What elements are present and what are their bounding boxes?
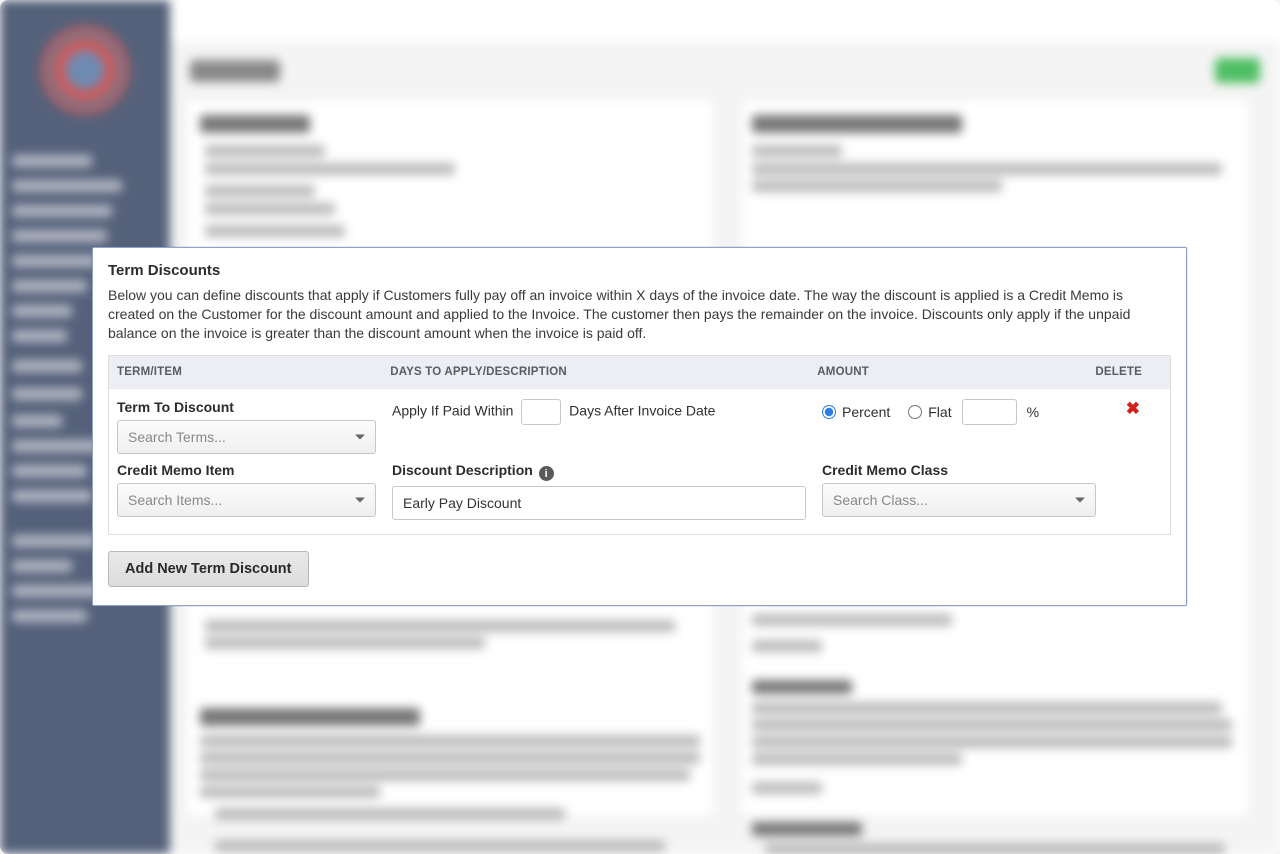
memo-class-placeholder: Search Class... — [833, 492, 928, 508]
discount-description-label: Discount Description i — [392, 462, 806, 482]
chevron-down-icon — [355, 497, 365, 502]
term-select[interactable]: Search Terms... — [117, 420, 376, 454]
credit-memo-item-label: Credit Memo Item — [117, 462, 376, 478]
memo-item-placeholder: Search Items... — [128, 492, 222, 508]
col-header-amount: AMOUNT — [809, 366, 1087, 378]
flat-radio[interactable] — [908, 405, 922, 419]
chevron-down-icon — [1075, 497, 1085, 502]
info-icon: i — [539, 466, 554, 481]
term-select-placeholder: Search Terms... — [128, 429, 226, 445]
table-header: TERM/ITEM DAYS TO APPLY/DESCRIPTION AMOU… — [109, 356, 1170, 388]
table-row-secondary: Credit Memo Item Search Items... Discoun… — [109, 456, 1170, 535]
flat-label: Flat — [928, 404, 951, 420]
percent-symbol: % — [1027, 404, 1039, 420]
term-discount-table: TERM/ITEM DAYS TO APPLY/DESCRIPTION AMOU… — [108, 355, 1171, 536]
percent-label: Percent — [842, 404, 890, 420]
days-input[interactable] — [521, 399, 561, 425]
col-header-delete: DELETE — [1087, 366, 1170, 378]
apply-suffix: Days After Invoice Date — [569, 402, 715, 418]
col-header-days: DAYS TO APPLY/DESCRIPTION — [382, 366, 809, 378]
table-row: Term To Discount Search Terms... Apply I… — [109, 388, 1170, 456]
close-icon: ✖ — [1126, 399, 1140, 418]
col-header-term: TERM/ITEM — [109, 366, 382, 378]
term-discounts-modal: Term Discounts Below you can define disc… — [92, 247, 1187, 606]
credit-memo-item-select[interactable]: Search Items... — [117, 483, 376, 517]
credit-memo-class-select[interactable]: Search Class... — [822, 483, 1096, 517]
modal-title: Term Discounts — [108, 262, 1171, 279]
discount-description-input[interactable] — [392, 486, 806, 520]
add-term-discount-button[interactable]: Add New Term Discount — [108, 551, 309, 587]
term-to-discount-label: Term To Discount — [117, 399, 376, 415]
chevron-down-icon — [355, 434, 365, 439]
modal-description: Below you can define discounts that appl… — [108, 286, 1171, 343]
amount-input[interactable] — [962, 399, 1017, 425]
credit-memo-class-label: Credit Memo Class — [822, 462, 1096, 478]
apply-prefix: Apply If Paid Within — [392, 402, 513, 418]
percent-radio[interactable] — [822, 405, 836, 419]
delete-row-button[interactable]: ✖ — [1094, 399, 1170, 419]
